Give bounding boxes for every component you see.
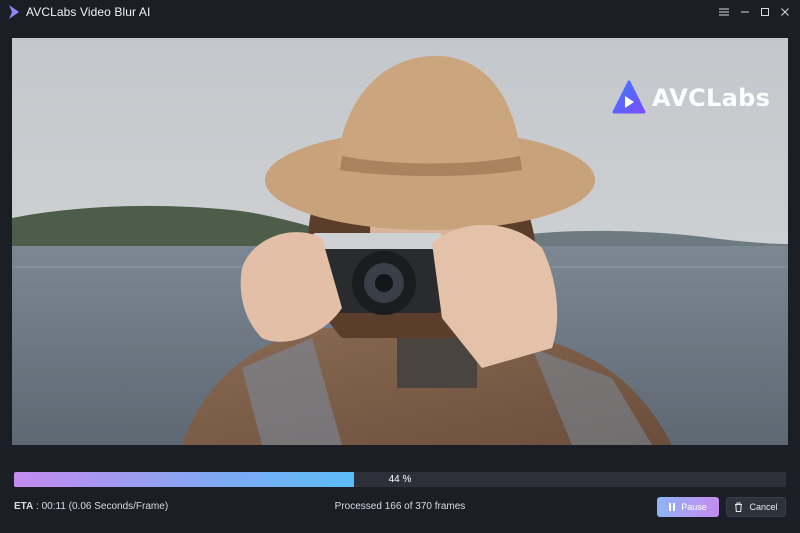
cancel-button[interactable]: Cancel bbox=[726, 497, 786, 517]
trash-icon bbox=[734, 502, 743, 512]
eta-label: ETA bbox=[14, 501, 34, 512]
app-logo-icon bbox=[8, 5, 20, 19]
app-title: AVCLabs Video Blur AI bbox=[26, 5, 151, 19]
eta-value: : 00:11 (0.06 Seconds/Frame) bbox=[33, 501, 169, 512]
watermark: AVCLabs bbox=[612, 78, 770, 118]
pause-label: Pause bbox=[681, 502, 707, 512]
cancel-label: Cancel bbox=[749, 502, 778, 512]
pause-button[interactable]: Pause bbox=[657, 497, 719, 517]
processed-frames-text: Processed 166 of 370 frames bbox=[334, 501, 466, 512]
watermark-text: AVCLabs bbox=[652, 84, 771, 112]
menu-icon[interactable] bbox=[716, 4, 732, 20]
maximize-icon[interactable] bbox=[757, 4, 773, 20]
progress-label: 44 % bbox=[388, 474, 412, 485]
progress-bar: 44 % bbox=[14, 472, 786, 487]
eta-text: ETA : 00:11 (0.06 Seconds/Frame) bbox=[14, 501, 168, 512]
avclabs-play-logo-icon bbox=[612, 80, 646, 116]
minimize-icon[interactable] bbox=[737, 4, 753, 20]
pause-icon bbox=[669, 503, 676, 511]
close-icon[interactable] bbox=[777, 4, 793, 20]
video-preview: AVCLabs bbox=[12, 38, 788, 445]
title-bar: AVCLabs Video Blur AI bbox=[0, 0, 800, 24]
